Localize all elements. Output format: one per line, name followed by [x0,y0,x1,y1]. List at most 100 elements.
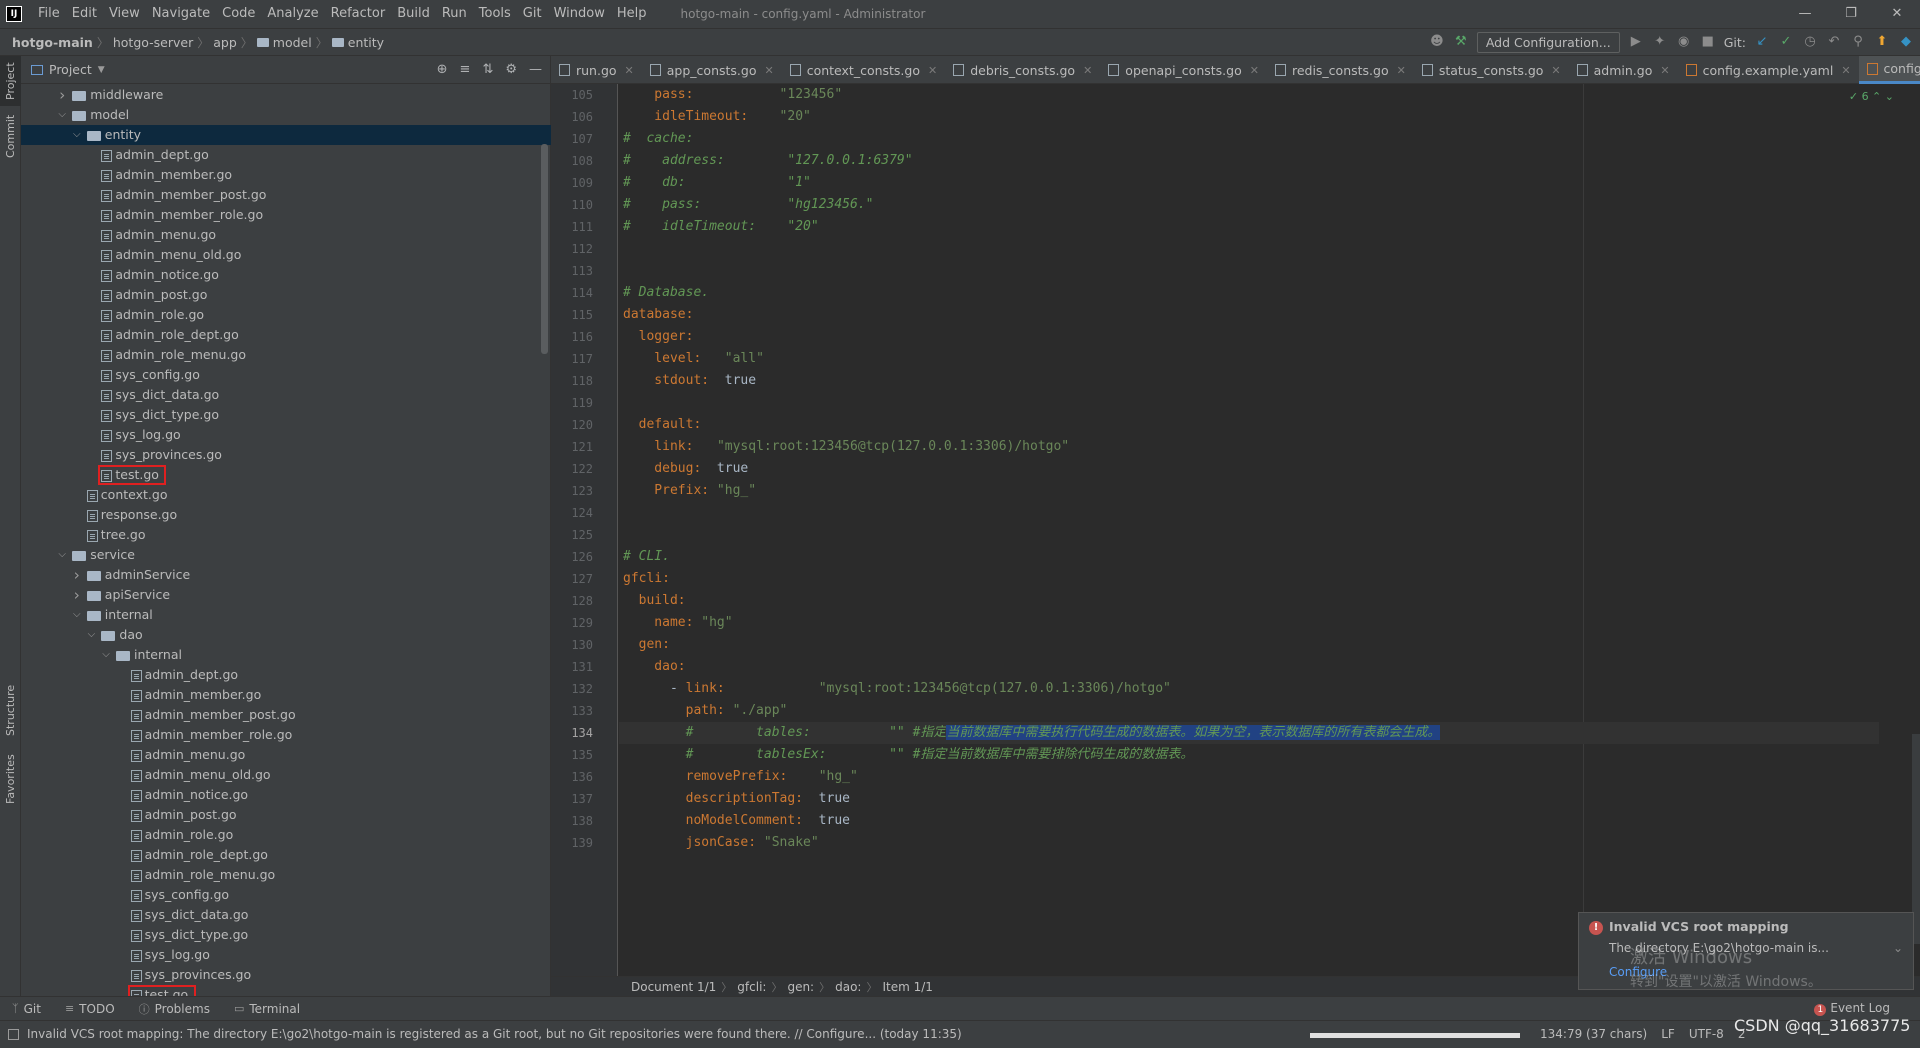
code-line[interactable]: stdout: true [619,370,1879,392]
tree-file[interactable]: response.go [21,505,551,525]
chevron-right-icon[interactable]: › [56,85,68,105]
code-line[interactable]: # pass: "hg123456." [619,194,1879,216]
close-icon[interactable]: ✕ [764,64,773,77]
code-line[interactable]: Prefix: "hg_" [619,480,1879,502]
code-line[interactable]: logger: [619,326,1879,348]
menu-navigate[interactable]: Navigate [146,0,216,28]
tree-file[interactable]: admin_dept.go [21,145,551,165]
git-update-icon[interactable]: ↙ [1754,34,1770,50]
tree-folder[interactable]: › middleware [21,85,551,105]
breadcrumb-item[interactable]: hotgo-server [109,35,197,50]
menu-run[interactable]: Run [436,0,473,28]
structure-tool-tab[interactable]: Structure [0,678,21,740]
editor-tab[interactable]: run.go ✕ [551,56,642,84]
menu-view[interactable]: View [103,0,146,28]
menu-code[interactable]: Code [216,0,261,28]
code-line[interactable]: noModelComment: true [619,810,1879,832]
line-separator[interactable]: LF [1661,1027,1675,1041]
tree-folder[interactable]: ⌵ entity [21,125,551,145]
code-line[interactable] [619,238,1879,260]
chevron-down-icon[interactable]: ⌵ [71,605,83,625]
breadcrumb-item[interactable]: model [269,35,316,50]
menu-edit[interactable]: Edit [66,0,103,28]
code-line[interactable]: gfcli: [619,568,1879,590]
editor-tab[interactable]: admin.go ✕ [1569,56,1678,84]
editor-tab[interactable]: config.example.yaml ✕ [1678,56,1859,84]
expand-all-icon[interactable]: ≡ [460,62,471,77]
debug-icon[interactable]: ✦ [1652,34,1668,50]
editor-tab[interactable]: redis_consts.go ✕ [1267,56,1414,84]
menu-build[interactable]: Build [391,0,436,28]
chevron-down-icon[interactable]: ⌵ [85,625,97,645]
chevron-down-icon[interactable]: ⌄ [1893,941,1903,955]
tree-file[interactable]: admin_dept.go [21,665,551,685]
code-line[interactable]: database: [619,304,1879,326]
code-line[interactable]: idleTimeout: "20" [619,106,1879,128]
project-view-selector[interactable]: Project [49,62,92,77]
code-line[interactable]: debug: true [619,458,1879,480]
menu-git[interactable]: Git [517,0,548,28]
code-line[interactable]: link: "mysql:root:123456@tcp(127.0.0.1:3… [619,436,1879,458]
tree-folder[interactable]: ⌵ dao [21,625,551,645]
code-line[interactable]: # CLI. [619,546,1879,568]
code-content[interactable]: pass: "123456" idleTimeout: "20" # cache:… [619,84,1879,854]
editor-tab[interactable]: app_consts.go ✕ [642,56,782,84]
close-icon[interactable]: ✕ [1397,64,1406,77]
close-icon[interactable]: ✕ [1083,64,1092,77]
close-icon[interactable]: ✕ [928,64,937,77]
tree-file[interactable]: admin_post.go [21,805,551,825]
tree-file[interactable]: admin_member_role.go [21,725,551,745]
tree-file[interactable]: admin_menu.go [21,225,551,245]
code-editor[interactable]: 105 106 107 108 109 110 111 112 113 114 115 116 117 1… [551,84,1920,976]
tree-file[interactable]: admin_role_dept.go [21,325,551,345]
tree-file[interactable]: sys_log.go [21,945,551,965]
chevron-down-icon[interactable]: ⌵ [56,545,68,565]
code-line[interactable]: # idleTimeout: "20" [619,216,1879,238]
code-line[interactable]: descriptionTag: true [619,788,1879,810]
tree-file[interactable]: admin_role_dept.go [21,845,551,865]
tree-file[interactable]: admin_role_menu.go [21,345,551,365]
tree-folder[interactable]: ⌵ service [21,545,551,565]
tree-file[interactable]: admin_menu_old.go [21,245,551,265]
search-icon[interactable]: ⚲ [1850,34,1866,50]
tree-file[interactable]: test.go [21,985,551,996]
tree-file[interactable]: sys_config.go [21,365,551,385]
git-rollback-icon[interactable]: ↶ [1826,34,1842,50]
restore-icon[interactable]: ❐ [1828,0,1874,28]
menu-window[interactable]: Window [548,0,611,28]
close-icon[interactable]: ✕ [1660,64,1669,77]
close-icon[interactable]: ✕ [1551,64,1560,77]
status-message[interactable]: Invalid VCS root mapping: The directory … [27,1027,962,1041]
tree-file[interactable]: admin_member_post.go [21,705,551,725]
code-line[interactable]: default: [619,414,1879,436]
editor-tab[interactable]: status_consts.go ✕ [1414,56,1569,84]
coverage-icon[interactable]: ◉ [1676,34,1692,50]
tree-file[interactable]: tree.go [21,525,551,545]
hide-icon[interactable]: — [529,62,542,77]
git-tool-button[interactable]: ᛉ Git [0,1002,53,1016]
editor-scrollbar[interactable] [1910,84,1920,976]
stop-icon[interactable]: ■ [1700,34,1716,50]
close-icon[interactable]: ✕ [1250,64,1259,77]
user-icon[interactable]: ☻ [1429,34,1445,50]
tree-folder[interactable]: ⌵ model [21,105,551,125]
code-line[interactable]: # cache: [619,128,1879,150]
tree-file[interactable]: sys_provinces.go [21,965,551,985]
chevron-down-icon[interactable]: ⌵ [56,105,68,125]
tree-folder[interactable]: › adminService [21,565,551,585]
editor-tab[interactable]: openapi_consts.go ✕ [1100,56,1267,84]
code-line[interactable] [619,524,1879,546]
tree-file[interactable]: context.go [21,485,551,505]
file-encoding[interactable]: UTF-8 [1689,1027,1724,1041]
tree-file[interactable]: admin_role_menu.go [21,865,551,885]
tree-file[interactable]: admin_menu_old.go [21,765,551,785]
collapse-all-icon[interactable]: ⇅ [482,62,493,77]
code-line[interactable] [619,502,1879,524]
editor-breadcrumb-item[interactable]: dao: [830,980,866,994]
code-line[interactable]: name: "hg" [619,612,1879,634]
close-icon[interactable]: ✕ [625,64,634,77]
tree-file[interactable]: admin_member_role.go [21,205,551,225]
jetbrains-icon[interactable]: ◆ [1898,34,1914,50]
minimize-icon[interactable]: — [1782,0,1828,28]
chevron-down-icon[interactable]: ▼ [98,65,105,75]
